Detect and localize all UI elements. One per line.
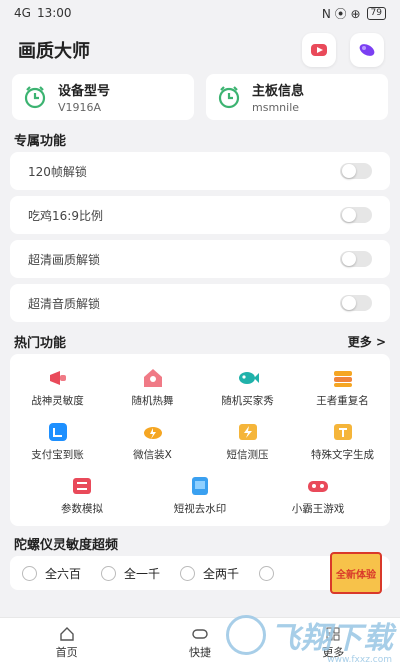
gyro-option-label: 全两千: [203, 566, 240, 581]
hot-label: 短信测压: [226, 448, 269, 461]
gyro-option-600[interactable]: 全六百: [22, 565, 81, 582]
hot-label: 支付宝到账: [31, 448, 84, 461]
gyro-option-2000[interactable]: 全两千: [180, 565, 239, 582]
watermark-text: 飞翔下载: [270, 621, 394, 656]
radio-button[interactable]: [180, 565, 196, 581]
play-icon: [311, 44, 327, 56]
hot-item-param-sim[interactable]: 参数模拟: [36, 468, 128, 522]
toggle-switch[interactable]: [340, 251, 372, 267]
gyro-option-label: 全一千: [124, 566, 161, 581]
hot-section-title: 热门功能 更多 >: [0, 328, 400, 354]
hot-item-alipay[interactable]: 支付宝到账: [12, 414, 104, 468]
toggle-row-hd-graphics[interactable]: 超清画质解锁: [10, 240, 390, 278]
signal-icon: 4G: [14, 6, 31, 20]
battery-icon: 79: [366, 6, 386, 20]
device-clock-icon: [24, 86, 46, 109]
radio-button[interactable]: [22, 565, 37, 581]
hot-label: 战神灵敏度: [31, 394, 84, 407]
app-header: 画质大师: [0, 26, 400, 74]
exclusive-section-title: 专属功能: [0, 126, 400, 152]
gyro-title: 陀螺仪灵敏度超频: [14, 537, 119, 553]
hot-title: 热门功能: [14, 335, 67, 351]
sliders-icon: [73, 477, 91, 494]
watermark-url: www.fxxz.com: [327, 655, 392, 665]
cloud-bolt-icon: [143, 426, 162, 439]
board-info-label: 主板信息: [252, 84, 305, 99]
board-info-value: msmnile: [252, 101, 300, 114]
video-button[interactable]: [302, 33, 336, 67]
toggle-row-169-ratio[interactable]: 吃鸡16:9比例: [10, 196, 390, 234]
hot-item-duplicate-name[interactable]: 王者重复名: [297, 360, 389, 414]
status-time: 13:00: [36, 6, 72, 20]
toggle-label: 120帧解锁: [28, 164, 87, 179]
radio-button[interactable]: [259, 565, 275, 581]
hot-item-buyer-show[interactable]: 随机买家秀: [202, 360, 294, 414]
toggle-switch[interactable]: [340, 207, 372, 223]
hot-item-retro-games[interactable]: 小霸王游戏: [272, 468, 364, 522]
dance-icon: [143, 368, 162, 387]
hot-item-sensitivity[interactable]: 战神灵敏度: [12, 360, 104, 414]
tab-home[interactable]: 首页: [17, 626, 117, 660]
hot-item-wechat[interactable]: 微信装X: [107, 414, 199, 468]
alipay-icon: [48, 422, 67, 441]
hot-item-sms-test[interactable]: 短信测压: [202, 414, 294, 468]
hot-item-remove-watermark[interactable]: 短视去水印: [154, 468, 246, 522]
home-icon: [59, 626, 74, 641]
gamepad-tab-icon: [192, 628, 208, 639]
theme-button[interactable]: [350, 33, 384, 67]
gamepad-icon: [308, 480, 328, 492]
toggle-label: 超清画质解锁: [28, 252, 101, 267]
hot-label: 特殊文字生成: [311, 448, 374, 461]
hot-label: 随机买家秀: [221, 394, 274, 407]
hot-item-random-dance[interactable]: 随机热舞: [107, 360, 199, 414]
toggle-switch[interactable]: [340, 163, 372, 179]
tab-label: 首页: [55, 645, 78, 659]
status-icons: N ⦿ ⊕: [321, 6, 361, 21]
device-model-card[interactable]: 设备型号 V1916A: [12, 74, 194, 120]
site-watermark: 飞翔下载 www.fxxz.com: [226, 613, 394, 665]
hot-features-grid: 战神灵敏度 随机热舞 随机买家秀 王者重复名 支付宝到账 微信装X 短信测压 特…: [10, 354, 390, 526]
board-clock-icon: [218, 86, 240, 109]
toggle-label: 超清音质解锁: [28, 296, 101, 311]
hot-label: 随机热舞: [131, 394, 174, 407]
video-clip-icon: [192, 476, 208, 495]
hot-label: 微信装X: [133, 448, 172, 461]
device-model-value: V1916A: [58, 101, 102, 114]
megaphone-icon: [49, 370, 66, 385]
bolt-icon: [238, 423, 257, 440]
promo-banner[interactable]: 全新体验: [330, 552, 382, 594]
toggle-row-120fps[interactable]: 120帧解锁: [10, 152, 390, 190]
hot-label: 小霸王游戏: [291, 502, 345, 515]
toggle-switch[interactable]: [340, 295, 372, 311]
gyro-option-1000[interactable]: 全一千: [101, 565, 160, 582]
exclusive-title: 专属功能: [14, 133, 67, 149]
tab-label: 快捷: [188, 645, 211, 659]
text-style-icon: [333, 423, 352, 440]
fish-icon: [238, 371, 259, 384]
hot-item-special-text[interactable]: 特殊文字生成: [297, 414, 389, 468]
gyro-option-label: 全六百: [45, 566, 82, 581]
stack-icon: [333, 370, 352, 387]
promo-text: 全新体验: [336, 569, 376, 581]
page-title: 画质大师: [18, 41, 90, 62]
hot-label: 参数模拟: [61, 502, 103, 515]
capsule-icon: [359, 44, 375, 56]
radio-button[interactable]: [101, 565, 117, 581]
watermark-logo-icon: [226, 615, 266, 655]
more-link[interactable]: 更多 >: [348, 333, 386, 350]
toggle-label: 吃鸡16:9比例: [28, 208, 103, 223]
hot-label: 王者重复名: [316, 394, 369, 407]
status-bar: 4G 13:00 N ⦿ ⊕ 79: [0, 0, 400, 26]
hot-label: 短视去水印: [173, 502, 227, 515]
toggle-row-hd-audio[interactable]: 超清音质解锁: [10, 284, 390, 322]
gyro-options: 全六百 全一千 全两千 全新体验: [10, 552, 390, 594]
device-model-label: 设备型号: [58, 84, 111, 99]
board-info-card[interactable]: 主板信息 msmnile: [206, 74, 388, 120]
